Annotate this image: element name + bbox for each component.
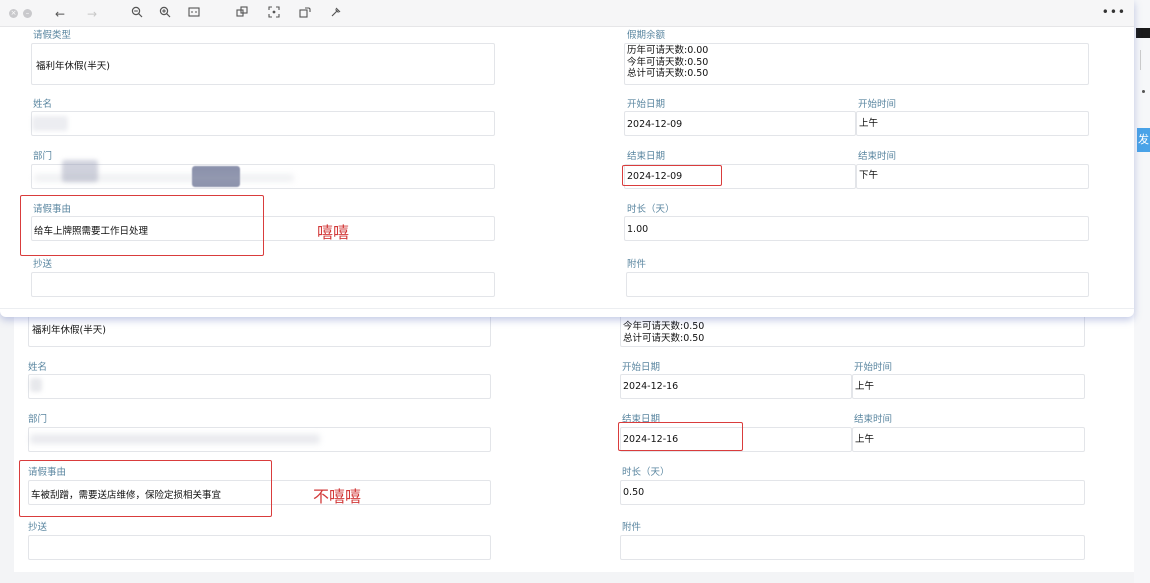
bg-end-time-value: 上午 <box>855 434 875 445</box>
bg-annotation-text: 不嘻嘻 <box>313 487 362 506</box>
start-date-value: 2024-12-09 <box>627 119 683 130</box>
copy-icon[interactable] <box>234 6 250 22</box>
underlying-app-strip: 发 <box>1134 0 1150 583</box>
bg-name-label: 姓名 <box>28 362 48 373</box>
dark-tab <box>1136 28 1150 38</box>
end-time-value: 下午 <box>859 170 879 181</box>
window-toolbar: × – ← → ••• <box>0 0 1134 27</box>
back-icon[interactable]: ← <box>52 6 68 22</box>
bg-dept-label: 部门 <box>28 414 48 425</box>
attach-label: 附件 <box>627 259 647 270</box>
bg-balance-line: 今年可请天数:0.50 <box>623 321 705 332</box>
balance-line: 历年可请天数:0.00 <box>627 45 709 56</box>
start-time-value: 上午 <box>859 118 879 129</box>
dept-label: 部门 <box>33 151 53 162</box>
bg-name-redacted <box>30 378 42 392</box>
bg-leave-type-value: 福利年休假(半天) <box>32 325 106 336</box>
leave-type-label: 请假类型 <box>33 30 72 41</box>
bg-cc-label: 抄送 <box>28 522 48 533</box>
forward-icon[interactable]: → <box>84 6 100 22</box>
end-time-label: 结束时间 <box>858 151 897 162</box>
end-date-label: 结束日期 <box>627 151 666 162</box>
dot <box>1142 90 1145 93</box>
bg-start-time-field[interactable] <box>852 374 1085 399</box>
fit-icon[interactable] <box>186 6 202 22</box>
tools-icon[interactable] <box>328 6 344 22</box>
end-date-highlight <box>622 165 722 186</box>
minimize-icon[interactable]: – <box>23 9 32 18</box>
bg-duration-field[interactable] <box>620 480 1085 505</box>
bg-name-field[interactable] <box>28 374 491 399</box>
close-icon[interactable]: × <box>9 9 18 18</box>
bg-start-time-value: 上午 <box>855 381 875 392</box>
cc-field[interactable] <box>31 272 495 297</box>
bg-dept-redacted <box>30 434 320 444</box>
duration-field[interactable] <box>624 216 1089 241</box>
bg-balance-line: 总计可请天数:0.50 <box>623 332 705 344</box>
reason-highlight <box>20 195 264 256</box>
start-time-label: 开始时间 <box>858 99 897 110</box>
cc-label: 抄送 <box>33 259 53 270</box>
zoom-in-icon[interactable] <box>157 6 173 22</box>
bg-balance-values: 今年可请天数:0.50 总计可请天数:0.50 <box>623 321 704 344</box>
send-button[interactable]: 发 <box>1137 128 1150 152</box>
bg-end-date-highlight <box>618 422 743 451</box>
annotation-text: 嘻嘻 <box>317 223 350 242</box>
end-time-field[interactable] <box>856 164 1089 189</box>
bg-attach-label: 附件 <box>622 522 642 533</box>
name-field[interactable] <box>31 111 495 136</box>
window-footer-divider <box>0 308 1134 309</box>
bg-start-time-label: 开始时间 <box>854 362 893 373</box>
attach-field[interactable] <box>626 272 1089 297</box>
bg-end-time-label: 结束时间 <box>854 414 893 425</box>
start-date-label: 开始日期 <box>627 99 666 110</box>
preview-window: × – ← → ••• 请假类型 福利年休假(半天) 假期余额 历年可请天数:0… <box>0 0 1134 317</box>
bg-reason-highlight <box>19 460 272 517</box>
zoom-out-icon[interactable] <box>129 6 145 22</box>
bg-end-time-field[interactable] <box>852 427 1085 452</box>
name-redacted <box>32 116 68 131</box>
crop-icon[interactable] <box>266 6 282 22</box>
name-label: 姓名 <box>33 99 53 110</box>
bg-start-date-label: 开始日期 <box>622 362 661 373</box>
balance-line: 今年可请天数:0.50 <box>627 56 709 68</box>
duration-value: 1.00 <box>627 224 649 235</box>
balance-label: 假期余额 <box>627 30 666 41</box>
bg-duration-label: 时长（天） <box>622 467 670 478</box>
bg-start-date-value: 2024-12-16 <box>623 381 679 392</box>
start-time-field[interactable] <box>856 111 1089 136</box>
balance-values: 历年可请天数:0.00 今年可请天数:0.50 总计可请天数:0.50 <box>627 45 708 80</box>
bg-duration-value: 0.50 <box>623 487 645 498</box>
bg-cc-field[interactable] <box>28 535 491 560</box>
balance-line: 总计可请天数:0.50 <box>627 68 709 79</box>
rotate-icon[interactable] <box>297 6 313 22</box>
more-icon[interactable]: ••• <box>1102 5 1126 19</box>
duration-label: 时长（天） <box>627 204 675 215</box>
bg-attach-field[interactable] <box>620 535 1085 560</box>
leave-type-value: 福利年休假(半天) <box>36 61 110 72</box>
dept-redacted <box>34 174 294 182</box>
divider <box>1140 50 1141 70</box>
